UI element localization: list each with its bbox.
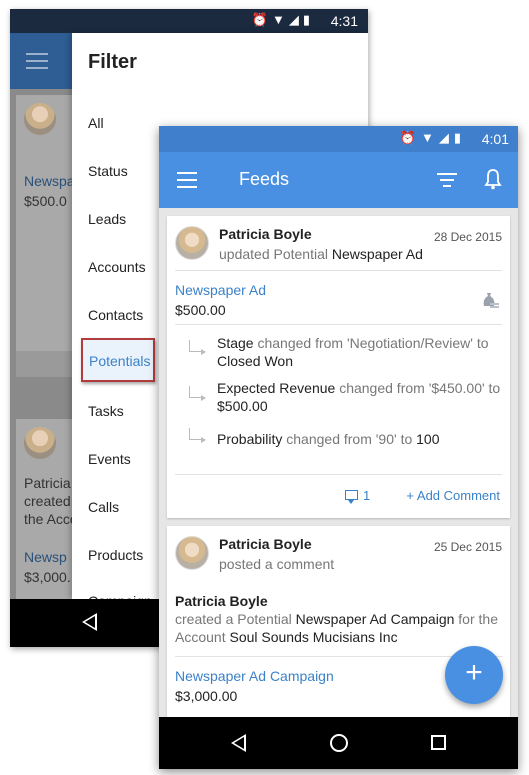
action-target[interactable]: Newspaper Ad: [332, 246, 423, 262]
feed-action: posted a comment: [219, 556, 335, 572]
filter-item-label: Potentials: [89, 353, 151, 369]
bell-icon[interactable]: [484, 168, 502, 190]
feed-date: 28 Dec 2015: [433, 230, 502, 244]
comment-body: Patricia Boyle created a Potential Newsp…: [175, 592, 505, 646]
change-text: changed from '$450.00' to: [339, 380, 501, 396]
change-entry: Stage changed from 'Negotiation/Review' …: [217, 334, 507, 370]
comment-potential[interactable]: Newspaper Ad Campaign: [296, 611, 455, 627]
status-time: 4:31: [330, 13, 358, 29]
feed-date: 25 Dec 2015: [433, 540, 502, 554]
menu-icon[interactable]: [26, 53, 48, 69]
filter-icon[interactable]: [437, 172, 457, 188]
body-line: the Acco: [24, 511, 78, 527]
change-entry: Expected Revenue changed from '$450.00' …: [217, 379, 507, 415]
change-value: $500.00: [217, 398, 268, 414]
divider: [175, 474, 502, 475]
comment-text: created a Potential: [175, 611, 292, 627]
change-entry: Probability changed from '90' to 100: [217, 430, 507, 448]
change-arrow-icon: [189, 386, 206, 401]
status-bar: ⏰▼◢▮ 4:31: [10, 9, 368, 33]
change-value: Closed Won: [217, 353, 294, 369]
filter-item-leads[interactable]: Leads: [88, 211, 126, 227]
status-icons: ⏰▼◢▮: [399, 130, 466, 145]
author-name[interactable]: Patricia Boyle: [219, 226, 312, 242]
change-arrow-icon: [189, 428, 206, 443]
body-line: Patricia: [24, 475, 71, 491]
record-amount: $500.0: [24, 193, 67, 209]
record-amount: $3,000.: [24, 569, 71, 585]
record-title-link[interactable]: Newspaper Ad Campaign: [175, 668, 334, 684]
action-text: updated Potential: [219, 246, 328, 262]
back-nav-icon[interactable]: [231, 734, 246, 752]
back-nav-icon[interactable]: [82, 613, 97, 631]
menu-icon[interactable]: [177, 172, 197, 188]
record-title-link[interactable]: Newspaper Ad: [175, 282, 266, 298]
home-nav-icon[interactable]: [330, 734, 348, 752]
filter-item-tasks[interactable]: Tasks: [88, 403, 124, 419]
money-bag-icon: [483, 293, 499, 308]
avatar[interactable]: [175, 226, 209, 260]
filter-item-status[interactable]: Status: [88, 163, 128, 179]
record-title: Newspa: [24, 173, 75, 189]
body-line: created: [24, 493, 71, 509]
avatar: [24, 427, 56, 459]
change-field: Probability: [217, 431, 283, 447]
divider: [175, 324, 502, 325]
status-bar: ⏰▼◢▮ 4:01: [159, 126, 518, 152]
record-title: Newsp: [24, 549, 67, 565]
status-icons: ⏰▼◢▮: [251, 12, 314, 27]
add-comment-button[interactable]: + Add Comment: [406, 488, 500, 503]
front-phone-screen: ⏰▼◢▮ 4:01 Feeds Patricia Boyle 28 Dec 20…: [159, 126, 518, 769]
filter-item-products[interactable]: Products: [88, 547, 143, 563]
filter-item-events[interactable]: Events: [88, 451, 131, 467]
change-arrow-icon: [189, 340, 206, 355]
plus-icon: +: [465, 656, 483, 689]
comment-author: Patricia Boyle: [175, 593, 268, 609]
change-value: 100: [416, 431, 440, 447]
record-amount: $3,000.00: [175, 688, 238, 704]
feed-card[interactable]: Patricia Boyle 28 Dec 2015 updated Poten…: [167, 216, 510, 518]
filter-title: Filter: [88, 51, 137, 73]
filter-item-contacts[interactable]: Contacts: [88, 307, 143, 323]
comment-icon[interactable]: [345, 490, 358, 504]
comment-count[interactable]: 1: [363, 488, 370, 503]
filter-item-all[interactable]: All: [88, 115, 104, 131]
page-title: Feeds: [239, 169, 290, 189]
change-text: changed from 'Negotiation/Review' to: [257, 335, 489, 351]
filter-item-accounts[interactable]: Accounts: [88, 259, 146, 275]
comment-account[interactable]: Soul Sounds Mucisians Inc: [229, 629, 397, 645]
filter-item-potentials[interactable]: Potentials: [81, 338, 155, 382]
avatar[interactable]: [175, 536, 209, 570]
change-text: changed from '90' to: [286, 431, 413, 447]
feed-list: Patricia Boyle 28 Dec 2015 updated Poten…: [159, 208, 518, 717]
status-time: 4:01: [481, 131, 509, 147]
navigation-bar: [159, 717, 518, 769]
change-field: Stage: [217, 335, 254, 351]
feed-action: updated Potential Newspaper Ad: [219, 246, 423, 262]
recents-nav-icon[interactable]: [431, 735, 446, 750]
record-amount: $500.00: [175, 302, 226, 318]
author-name[interactable]: Patricia Boyle: [219, 536, 312, 552]
filter-item-calls[interactable]: Calls: [88, 499, 119, 515]
divider: [175, 270, 502, 271]
app-bar: Feeds: [159, 152, 518, 208]
avatar: [24, 103, 56, 135]
add-fab-button[interactable]: +: [445, 646, 503, 704]
change-field: Expected Revenue: [217, 380, 336, 396]
